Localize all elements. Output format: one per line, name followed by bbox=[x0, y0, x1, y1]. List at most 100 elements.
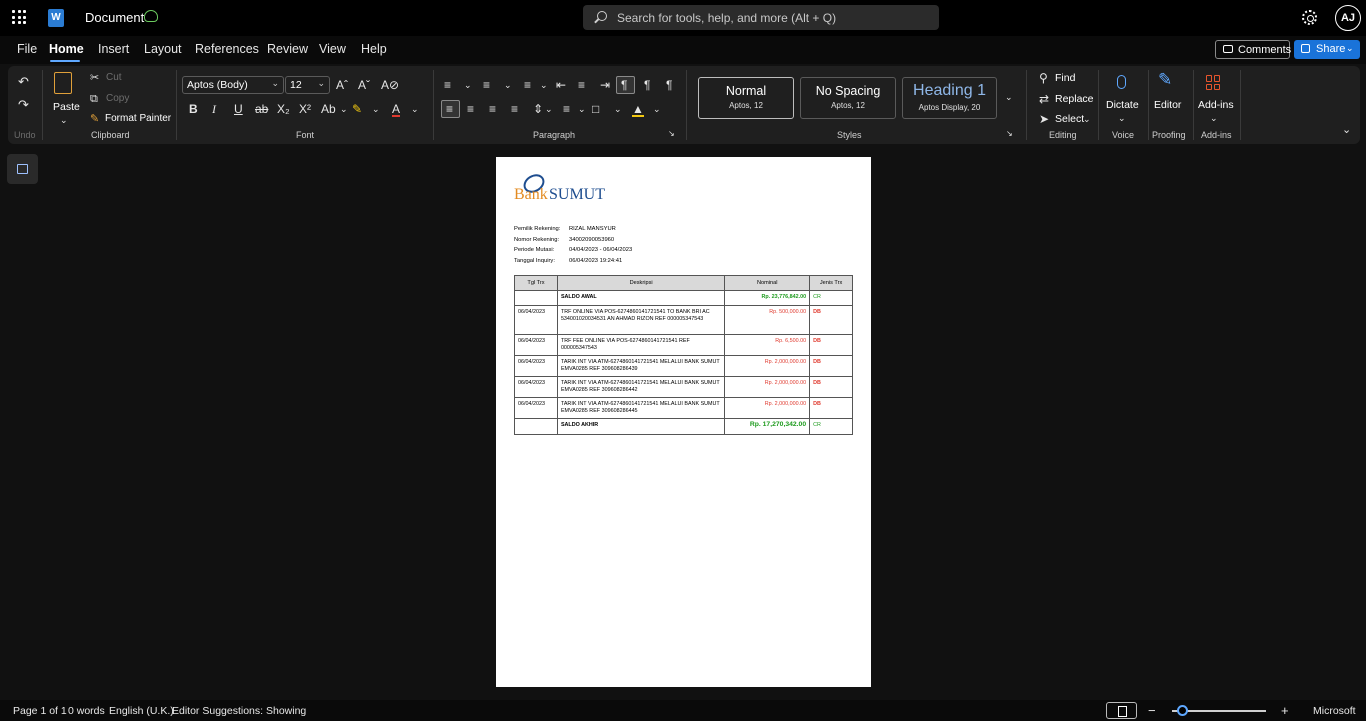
chevron-down-icon[interactable]: ⌄ bbox=[614, 103, 622, 115]
page-count[interactable]: Page 1 of 1 bbox=[13, 705, 67, 717]
ribbon-expand-chevron-icon[interactable]: ⌄ bbox=[1342, 124, 1351, 136]
line-spacing-icon[interactable]: ⇕ bbox=[533, 103, 543, 115]
chevron-down-icon[interactable]: ⌄ bbox=[578, 103, 586, 115]
shrink-font-icon[interactable]: Aˇ bbox=[358, 79, 370, 91]
chevron-down-icon[interactable]: ⌄ bbox=[545, 103, 553, 115]
chevron-down-icon[interactable]: ⌄ bbox=[653, 103, 661, 115]
format-painter-icon[interactable]: ✎ bbox=[90, 113, 99, 125]
cut-icon[interactable]: ✂ bbox=[90, 72, 99, 84]
underline-icon[interactable]: U bbox=[234, 103, 243, 115]
font-family-dropdown[interactable]: Aptos (Body) ⌄ bbox=[182, 76, 284, 94]
copy-icon[interactable]: ⧉ bbox=[90, 93, 98, 105]
zoom-slider-thumb[interactable] bbox=[1177, 705, 1188, 716]
tab-help[interactable]: Help bbox=[361, 42, 387, 56]
find-button[interactable]: Find bbox=[1055, 72, 1075, 84]
zoom-percent-label[interactable]: Microsoft bbox=[1313, 705, 1356, 717]
zoom-in-button[interactable]: + bbox=[1281, 703, 1289, 718]
tab-references[interactable]: References bbox=[195, 42, 259, 56]
redo-icon[interactable]: ↷ bbox=[18, 98, 29, 111]
share-button[interactable]: Share ⌄ bbox=[1294, 40, 1360, 59]
italic-icon[interactable]: I bbox=[212, 103, 216, 115]
chevron-down-icon[interactable]: ⌄ bbox=[540, 79, 548, 91]
decrease-indent-icon[interactable]: ⇤ bbox=[556, 79, 566, 91]
align-right-icon[interactable]: ≡ bbox=[489, 103, 496, 115]
style-normal[interactable]: Normal Aptos, 12 bbox=[698, 77, 794, 119]
chevron-down-icon[interactable]: ⌄ bbox=[1083, 113, 1091, 125]
copy-button[interactable]: Copy bbox=[106, 93, 129, 104]
chevron-down-icon[interactable]: ⌄ bbox=[1346, 43, 1354, 54]
zoom-out-button[interactable]: − bbox=[1148, 703, 1156, 718]
show-formatting-icon[interactable]: ¶ bbox=[666, 79, 672, 91]
document-page[interactable]: Bank SUMUT Pemilik Rekening: RIZAL MANSY… bbox=[496, 157, 871, 687]
cut-button[interactable]: Cut bbox=[106, 72, 122, 83]
addins-grid-icon[interactable] bbox=[1206, 75, 1221, 90]
align-center-icon[interactable]: ≡ bbox=[467, 103, 474, 115]
search-box[interactable]: Search for tools, help, and more (Alt + … bbox=[583, 5, 939, 30]
dictate-button[interactable]: Dictate bbox=[1106, 99, 1139, 111]
list-bullets-alt-icon[interactable]: ≡ bbox=[578, 79, 585, 91]
select-icon[interactable]: ➤ bbox=[1039, 113, 1049, 125]
grow-font-icon[interactable]: Aˆ bbox=[336, 79, 348, 91]
chevron-down-icon[interactable]: ⌄ bbox=[464, 79, 472, 91]
tab-layout[interactable]: Layout bbox=[144, 42, 182, 56]
tab-view[interactable]: View bbox=[319, 42, 346, 56]
strikethrough-icon[interactable]: ab bbox=[255, 103, 268, 115]
numbering-icon[interactable]: ≡ bbox=[483, 79, 490, 91]
paragraph-dialog-launcher-icon[interactable]: ↘ bbox=[668, 128, 675, 140]
find-icon[interactable]: ⚲ bbox=[1039, 72, 1048, 84]
word-count[interactable]: 0 words bbox=[68, 705, 105, 717]
paragraph-spacing-icon[interactable]: ≡ bbox=[563, 103, 570, 115]
chevron-down-icon[interactable]: ⌄ bbox=[1118, 112, 1126, 124]
justify-icon[interactable]: ≡ bbox=[511, 103, 518, 115]
multilevel-list-icon[interactable]: ≡ bbox=[524, 79, 531, 91]
addins-button[interactable]: Add-ins bbox=[1198, 99, 1234, 111]
chevron-down-icon[interactable]: ⌄ bbox=[1210, 112, 1218, 124]
navigation-pane-button[interactable] bbox=[7, 154, 38, 184]
chevron-down-icon[interactable]: ⌄ bbox=[340, 103, 348, 115]
app-launcher-icon[interactable] bbox=[12, 10, 26, 24]
tab-review[interactable]: Review bbox=[267, 42, 308, 56]
cloud-saved-icon[interactable] bbox=[144, 10, 158, 22]
increase-indent-icon[interactable]: ⇥ bbox=[600, 79, 610, 91]
language-indicator[interactable]: English (U.K.) bbox=[109, 705, 174, 717]
editor-pen-icon[interactable]: ✎ bbox=[1158, 71, 1172, 88]
comments-button[interactable]: Comments bbox=[1215, 40, 1291, 59]
change-case-icon[interactable]: Ab bbox=[321, 103, 336, 115]
undo-icon[interactable]: ↶ bbox=[18, 75, 29, 88]
bullets-icon[interactable]: ≡ bbox=[444, 79, 451, 91]
styles-more-chevron-icon[interactable]: ⌄ bbox=[1005, 91, 1013, 103]
chevron-down-icon[interactable]: ⌄ bbox=[372, 103, 380, 115]
rtl-paragraph-icon[interactable]: ¶ bbox=[644, 79, 650, 91]
font-color-icon[interactable]: A bbox=[392, 103, 401, 117]
bold-icon[interactable]: B bbox=[189, 103, 198, 115]
print-layout-view-button[interactable] bbox=[1106, 702, 1137, 719]
subscript-icon[interactable]: X₂ bbox=[277, 103, 290, 115]
superscript-icon[interactable]: X² bbox=[299, 103, 311, 115]
clear-formatting-icon[interactable]: A⊘ bbox=[381, 79, 399, 91]
font-size-dropdown[interactable]: 12 ⌄ bbox=[285, 76, 330, 94]
style-heading-1[interactable]: Heading 1 Aptos Display, 20 bbox=[902, 77, 997, 119]
format-painter-button[interactable]: Format Painter bbox=[105, 113, 171, 124]
replace-button[interactable]: Replace bbox=[1055, 93, 1094, 105]
editor-button[interactable]: Editor bbox=[1154, 99, 1181, 111]
dictate-icon[interactable] bbox=[1117, 75, 1126, 89]
chevron-down-icon[interactable]: ⌄ bbox=[411, 103, 419, 115]
chevron-down-icon[interactable]: ⌄ bbox=[504, 79, 512, 91]
paste-icon[interactable] bbox=[54, 72, 72, 94]
align-left-icon[interactable]: ≡ bbox=[446, 103, 453, 115]
ltr-paragraph-icon[interactable]: ¶ bbox=[621, 79, 627, 91]
style-no-spacing[interactable]: No Spacing Aptos, 12 bbox=[800, 77, 896, 119]
replace-icon[interactable]: ⇄ bbox=[1039, 93, 1049, 105]
avatar[interactable]: AJ bbox=[1335, 5, 1361, 31]
chevron-down-icon[interactable]: ⌄ bbox=[60, 114, 68, 126]
styles-dialog-launcher-icon[interactable]: ↘ bbox=[1006, 128, 1013, 140]
document-title[interactable]: Document bbox=[85, 10, 144, 25]
tab-file[interactable]: File bbox=[17, 42, 37, 56]
tab-insert[interactable]: Insert bbox=[98, 42, 129, 56]
tab-home[interactable]: Home bbox=[49, 42, 84, 56]
borders-icon[interactable]: □ bbox=[592, 103, 599, 115]
settings-gear-icon[interactable] bbox=[1302, 10, 1317, 25]
select-button[interactable]: Select bbox=[1055, 113, 1084, 125]
editor-suggestions-status[interactable]: Editor Suggestions: Showing bbox=[172, 705, 306, 717]
paste-button[interactable]: Paste bbox=[53, 101, 80, 113]
